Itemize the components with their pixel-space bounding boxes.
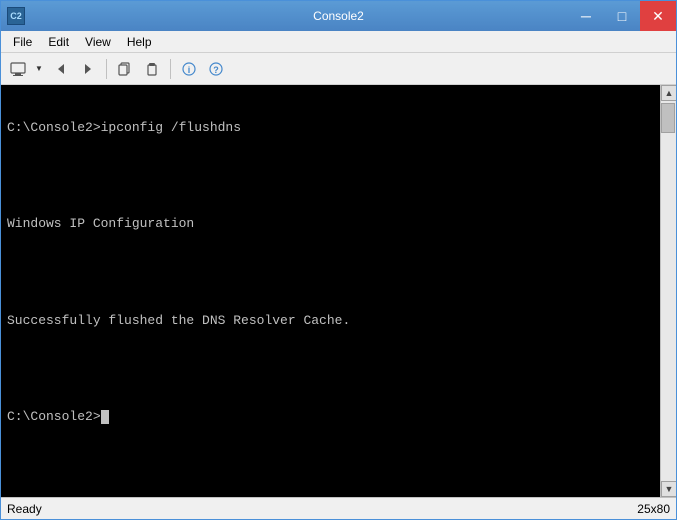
- terminal-line-3: Windows IP Configuration: [7, 215, 654, 233]
- terminal-line-6: [7, 360, 654, 378]
- content-area: C:\Console2>ipconfig /flushdns Windows I…: [1, 85, 676, 497]
- prev-icon: [54, 62, 68, 76]
- title-bar-left: C2: [7, 7, 25, 25]
- menu-file[interactable]: File: [5, 33, 40, 51]
- paste-button[interactable]: [139, 57, 165, 81]
- app-icon: C2: [7, 7, 25, 25]
- main-window: C2 Console2 ─ □ ✕ File Edit View Help: [0, 0, 677, 520]
- copy-button[interactable]: [112, 57, 138, 81]
- toolbar-group-3: [112, 57, 165, 81]
- copy-icon: [118, 62, 132, 76]
- close-button[interactable]: ✕: [640, 1, 676, 31]
- minimize-button[interactable]: ─: [568, 1, 604, 31]
- title-buttons: ─ □ ✕: [568, 1, 676, 31]
- status-text: Ready: [7, 502, 42, 516]
- new-console-button[interactable]: [5, 57, 31, 81]
- cursor: [101, 410, 109, 424]
- title-bar: C2 Console2 ─ □ ✕: [1, 1, 676, 31]
- menu-edit[interactable]: Edit: [40, 33, 77, 51]
- maximize-button[interactable]: □: [604, 1, 640, 31]
- info-icon: i: [182, 62, 196, 76]
- monitor-icon: [10, 61, 26, 77]
- scroll-up-button[interactable]: ▲: [661, 85, 676, 101]
- terminal[interactable]: C:\Console2>ipconfig /flushdns Windows I…: [1, 85, 660, 497]
- help-button[interactable]: ?: [203, 57, 229, 81]
- status-bar: Ready 25x80: [1, 497, 676, 519]
- scroll-thumb[interactable]: [661, 103, 675, 133]
- terminal-prompt: C:\Console2>: [7, 409, 101, 424]
- terminal-line-5: Successfully flushed the DNS Resolver Ca…: [7, 312, 654, 330]
- toolbar-group-4: i ?: [176, 57, 229, 81]
- menu-bar: File Edit View Help: [1, 31, 676, 53]
- next-button[interactable]: [75, 57, 101, 81]
- window-title: Console2: [313, 9, 364, 23]
- toolbar-separator-2: [170, 59, 171, 79]
- terminal-line-1: C:\Console2>ipconfig /flushdns: [7, 119, 654, 137]
- menu-help[interactable]: Help: [119, 33, 160, 51]
- svg-text:?: ?: [213, 65, 219, 75]
- paste-icon: [145, 62, 159, 76]
- toolbar-group-1: ▼: [5, 57, 46, 81]
- toolbar-group-2: [48, 57, 101, 81]
- menu-view[interactable]: View: [77, 33, 119, 51]
- toolbar-separator-1: [106, 59, 107, 79]
- new-console-dropdown[interactable]: ▼: [32, 57, 46, 81]
- help-icon: ?: [209, 62, 223, 76]
- prev-button[interactable]: [48, 57, 74, 81]
- svg-text:i: i: [188, 65, 191, 75]
- terminal-line-7: C:\Console2>: [7, 408, 654, 426]
- info-button[interactable]: i: [176, 57, 202, 81]
- terminal-line-2: [7, 167, 654, 185]
- scroll-down-button[interactable]: ▼: [661, 481, 676, 497]
- toolbar: ▼: [1, 53, 676, 85]
- scroll-track[interactable]: [661, 101, 676, 481]
- scrollbar[interactable]: ▲ ▼: [660, 85, 676, 497]
- next-icon: [81, 62, 95, 76]
- terminal-line-4: [7, 264, 654, 282]
- terminal-size: 25x80: [637, 502, 670, 516]
